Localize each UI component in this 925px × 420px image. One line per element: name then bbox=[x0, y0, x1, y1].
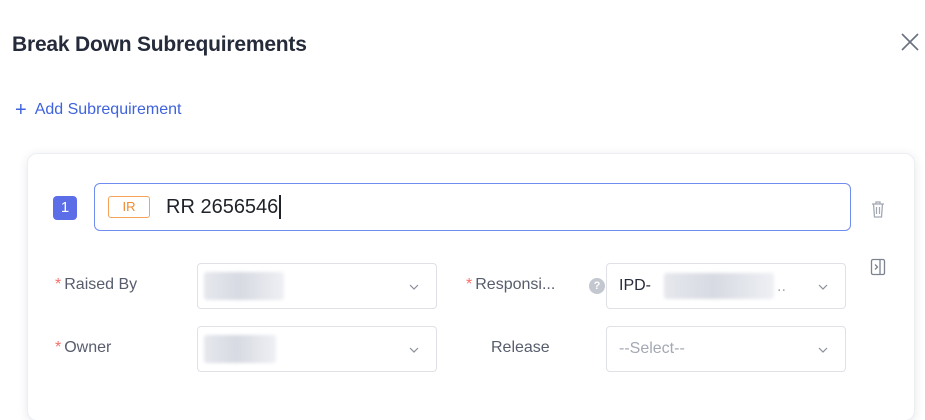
ir-type-tag: IR bbox=[108, 196, 150, 218]
subrequirement-title-value: RR 2656546 bbox=[166, 195, 279, 218]
required-marker: * bbox=[55, 339, 62, 356]
owner-select[interactable] bbox=[197, 326, 437, 372]
raised-by-select[interactable] bbox=[197, 263, 437, 309]
trash-icon[interactable] bbox=[869, 199, 887, 219]
redacted-value bbox=[664, 273, 774, 299]
responsible-value-ellipsis: .. bbox=[777, 278, 786, 295]
break-down-dialog: Break Down Subrequirements + Add Subrequ… bbox=[0, 0, 925, 420]
release-select[interactable]: --Select-- bbox=[606, 326, 846, 372]
panel-expand-icon[interactable] bbox=[870, 258, 886, 276]
plus-icon: + bbox=[15, 99, 27, 121]
add-subrequirement-button[interactable]: + Add Subrequirement bbox=[15, 99, 182, 121]
subrequirement-title-input[interactable]: IR RR 2656546 bbox=[94, 183, 851, 231]
responsible-select[interactable]: IPD- .. bbox=[606, 263, 846, 309]
responsible-label: * Responsi... bbox=[466, 276, 555, 294]
chevron-down-icon bbox=[409, 347, 419, 353]
owner-label-text: Owner bbox=[64, 339, 112, 356]
required-marker: * bbox=[55, 276, 62, 293]
text-cursor bbox=[279, 195, 281, 219]
redacted-value bbox=[204, 335, 276, 363]
raised-by-label: * Raised By bbox=[55, 276, 137, 294]
owner-label: * Owner bbox=[55, 339, 111, 357]
release-label: Release bbox=[491, 339, 550, 356]
raised-by-label-text: Raised By bbox=[64, 276, 138, 293]
chevron-down-icon bbox=[818, 347, 828, 353]
chevron-down-icon bbox=[409, 284, 419, 290]
help-icon[interactable]: ? bbox=[589, 278, 605, 294]
dialog-title: Break Down Subrequirements bbox=[12, 33, 307, 56]
release-placeholder: --Select-- bbox=[619, 340, 685, 357]
responsible-value: IPD- bbox=[619, 277, 651, 294]
responsible-label-text: Responsi... bbox=[475, 276, 556, 293]
chevron-down-icon bbox=[818, 284, 828, 290]
close-icon[interactable] bbox=[898, 30, 922, 54]
add-subrequirement-label: Add Subrequirement bbox=[34, 101, 182, 118]
redacted-value bbox=[204, 272, 284, 300]
subrequirement-index-badge: 1 bbox=[53, 196, 77, 220]
required-marker: * bbox=[466, 276, 473, 293]
